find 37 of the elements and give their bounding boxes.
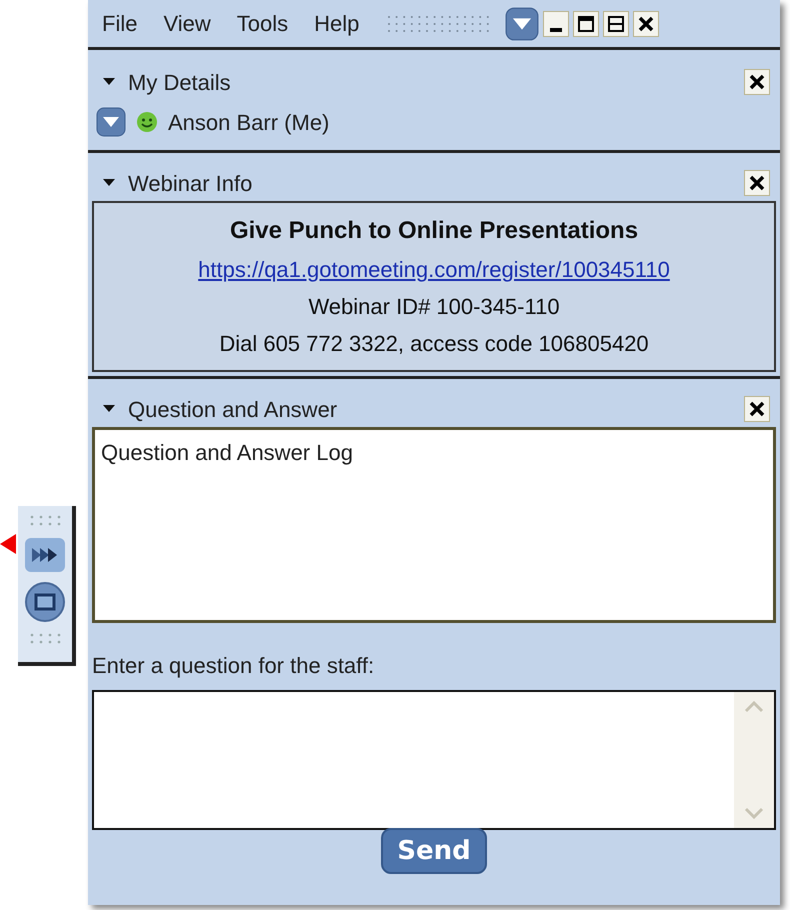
close-icon xyxy=(749,175,765,191)
grip-dots-icon[interactable] xyxy=(28,514,62,528)
minimize-button[interactable] xyxy=(543,10,570,36)
dropdown-icon[interactable] xyxy=(96,107,126,137)
arrow-pointer-icon xyxy=(0,532,16,556)
smiley-icon xyxy=(136,111,158,133)
dial-info: Dial 605 772 3322, access code 106805420 xyxy=(219,330,649,358)
panel-title: Question and Answer xyxy=(128,396,338,424)
webinar-heading: Give Punch to Online Presentations xyxy=(230,216,638,246)
panel-title: My Details xyxy=(128,68,232,97)
close-button[interactable] xyxy=(744,170,770,196)
menu-item[interactable]: File xyxy=(102,7,138,40)
close-icon xyxy=(749,74,765,90)
close-icon xyxy=(749,401,765,417)
send-button[interactable]: Send xyxy=(381,828,487,874)
panel-title: Webinar Info xyxy=(128,170,254,198)
split-view-button[interactable] xyxy=(603,10,630,36)
webinar-id: Webinar ID# 100-345-110 xyxy=(308,293,560,321)
close-icon xyxy=(638,16,654,32)
menu-item[interactable]: Tools xyxy=(236,7,288,40)
register-link[interactable]: https://qa1.gotomeeting.com/register/100345110 xyxy=(198,253,670,286)
menu-item[interactable]: Help xyxy=(314,7,360,40)
question-input[interactable] xyxy=(92,690,776,830)
dropdown-icon[interactable] xyxy=(505,6,540,40)
maximize-button[interactable] xyxy=(573,10,600,36)
split-view-icon xyxy=(608,16,624,32)
stop-icon xyxy=(34,593,56,611)
close-button[interactable] xyxy=(744,396,770,422)
log-title: Question and Answer Log xyxy=(101,440,353,465)
grip-dots-icon[interactable] xyxy=(28,632,62,646)
user-name: Anson Barr (Me) xyxy=(168,108,330,136)
stop-button[interactable] xyxy=(25,582,65,622)
close-button[interactable] xyxy=(633,10,660,36)
close-button[interactable] xyxy=(744,69,770,95)
question-prompt: Enter a question for the staff: xyxy=(92,652,376,680)
fast-forward-button[interactable] xyxy=(25,538,65,572)
menu-item[interactable]: View xyxy=(163,7,211,40)
